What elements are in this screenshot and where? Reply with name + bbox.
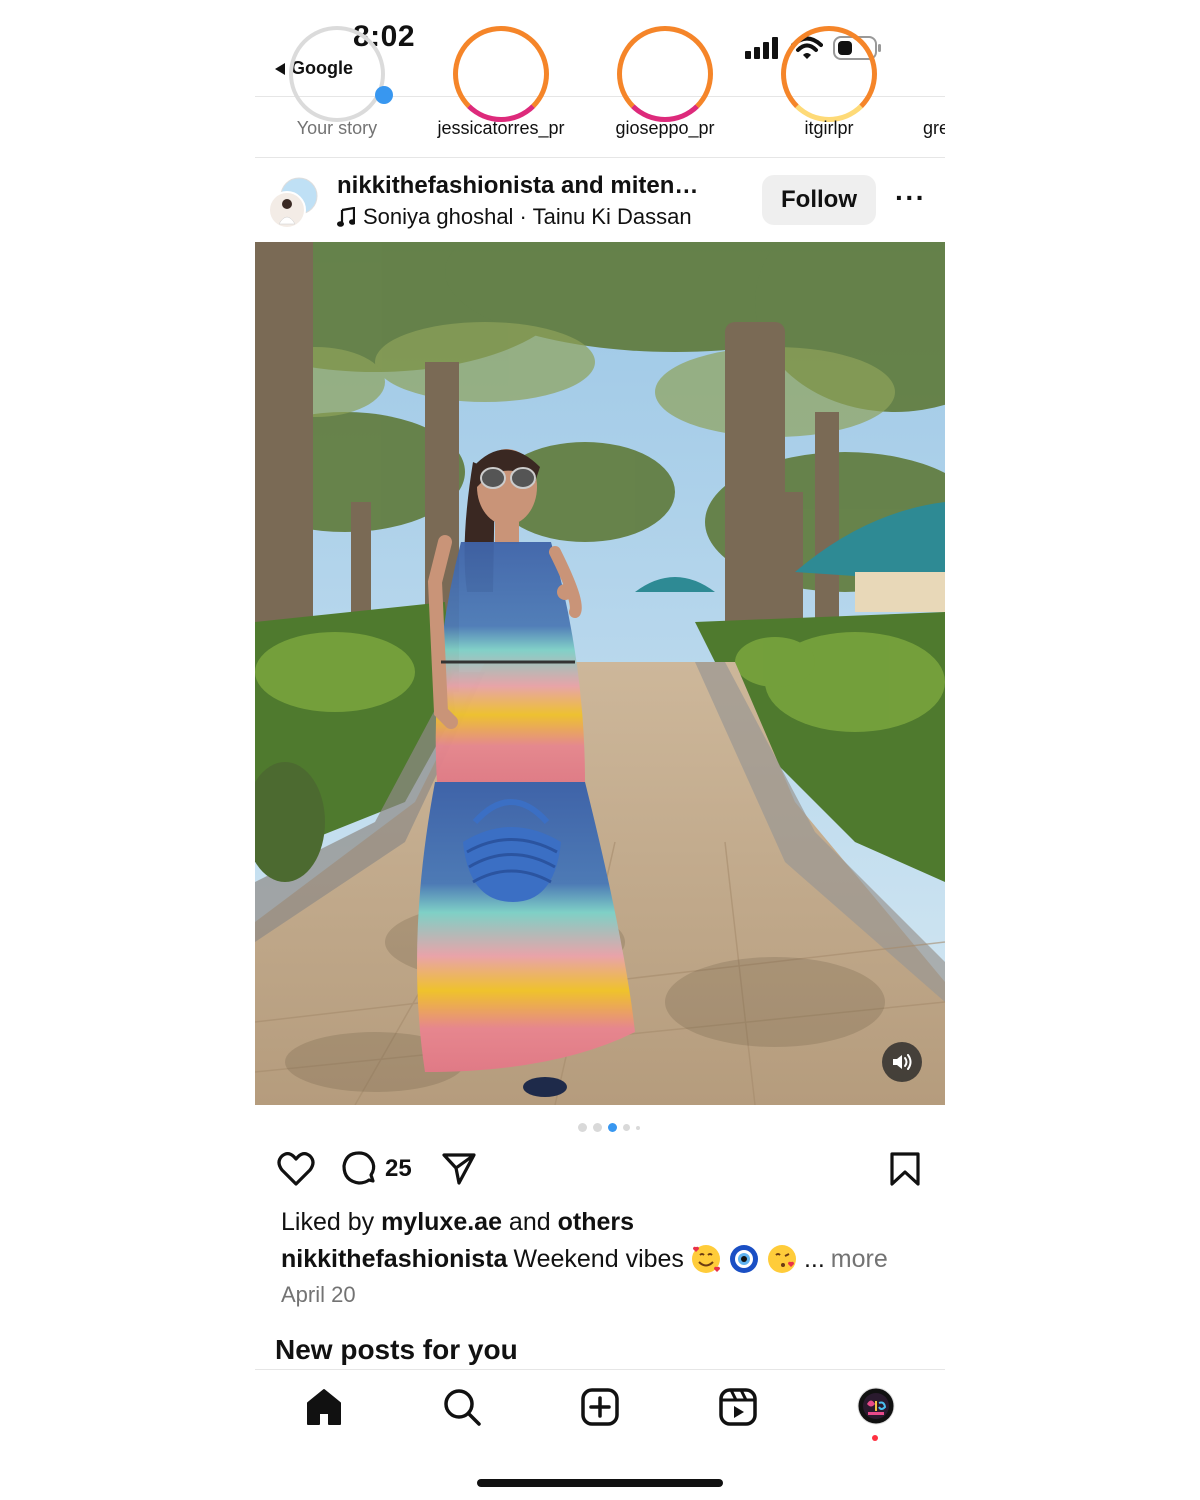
liked-prefix: Liked by bbox=[281, 1208, 382, 1236]
carousel-pager bbox=[578, 1123, 640, 1132]
instagram-screen: 8:02 Google Your story jessicatorres_pr … bbox=[255, 0, 945, 1500]
heart-icon[interactable] bbox=[277, 1151, 315, 1187]
caption-username[interactable]: nikkithefashionista bbox=[281, 1245, 507, 1274]
stories-tray: Your story jessicatorres_pr gioseppo_pr … bbox=[255, 26, 945, 158]
pager-dot bbox=[636, 1125, 640, 1130]
post-photo[interactable] bbox=[255, 242, 945, 1105]
cellular-signal-icon bbox=[745, 37, 778, 59]
story-ring bbox=[617, 26, 713, 122]
home-icon[interactable] bbox=[304, 1387, 344, 1427]
comment-icon[interactable] bbox=[341, 1151, 377, 1187]
pager-dot bbox=[578, 1123, 587, 1132]
home-indicator[interactable] bbox=[477, 1479, 723, 1487]
story-item[interactable]: gioseppo_pr bbox=[585, 26, 745, 156]
post-image bbox=[255, 242, 945, 1105]
divider bbox=[255, 157, 945, 158]
story-your-story[interactable]: Your story bbox=[257, 26, 417, 156]
story-name: gre bbox=[923, 118, 945, 138]
profile-avatar[interactable] bbox=[857, 1387, 895, 1425]
speaker-icon bbox=[893, 1054, 912, 1070]
post-username[interactable]: nikkithefashionista and miten… bbox=[337, 172, 698, 200]
add-story-icon bbox=[375, 86, 393, 104]
share-icon[interactable] bbox=[441, 1151, 477, 1187]
post-actions: 25 bbox=[255, 1145, 945, 1197]
reels-icon[interactable] bbox=[718, 1387, 758, 1427]
music-note-icon bbox=[337, 207, 355, 227]
more-options-icon[interactable]: ··· bbox=[895, 182, 926, 214]
likes-line[interactable]: Liked by myluxe.ae and others bbox=[281, 1208, 634, 1237]
pager-dot bbox=[623, 1124, 630, 1131]
bookmark-icon[interactable] bbox=[889, 1151, 921, 1187]
story-item[interactable]: gre bbox=[865, 96, 945, 156]
post-date: April 20 bbox=[281, 1282, 356, 1307]
caption: nikkithefashionista Weekend vibes ... mo… bbox=[281, 1243, 888, 1275]
story-ring bbox=[453, 26, 549, 122]
pager-dot-active bbox=[608, 1123, 617, 1132]
section-title: New posts for you bbox=[275, 1334, 518, 1365]
nazar-amulet-emoji bbox=[729, 1245, 758, 1273]
create-post-icon[interactable] bbox=[580, 1387, 620, 1427]
music-label: Soniya ghoshal · Tainu Ki Dassan bbox=[363, 204, 692, 229]
search-icon[interactable] bbox=[442, 1387, 482, 1427]
pager-dot bbox=[593, 1123, 602, 1132]
audio-toggle-button[interactable] bbox=[882, 1042, 922, 1082]
caption-text: Weekend vibes bbox=[513, 1244, 684, 1273]
story-name: gioseppo_pr bbox=[615, 118, 715, 138]
smiling-face-with-hearts-emoji bbox=[691, 1245, 720, 1273]
face-blowing-kiss-emoji bbox=[767, 1245, 796, 1273]
post-header: nikkithefashionista and miten… Soniya gh… bbox=[255, 160, 945, 242]
caption-ellipsis: ... bbox=[803, 1244, 825, 1273]
story-name: jessicatorres_pr bbox=[437, 118, 565, 138]
post-music[interactable]: Soniya ghoshal · Tainu Ki Dassan bbox=[337, 204, 692, 230]
caption-more-link[interactable]: more bbox=[831, 1245, 888, 1274]
liked-user[interactable]: myluxe.ae bbox=[381, 1208, 502, 1236]
story-ring bbox=[289, 26, 385, 122]
post-avatar[interactable] bbox=[267, 176, 319, 228]
bottom-tab-bar bbox=[255, 1369, 945, 1449]
story-ring bbox=[781, 26, 877, 122]
comment-count[interactable]: 25 bbox=[385, 1155, 412, 1183]
liked-and: and bbox=[501, 1208, 558, 1236]
liked-others[interactable]: others bbox=[558, 1208, 634, 1236]
story-item[interactable]: jessicatorres_pr bbox=[421, 26, 581, 156]
notification-dot bbox=[872, 1435, 878, 1441]
follow-button[interactable]: Follow bbox=[762, 175, 876, 225]
back-arrow-icon bbox=[275, 62, 285, 75]
story-name: Your story bbox=[296, 118, 378, 138]
